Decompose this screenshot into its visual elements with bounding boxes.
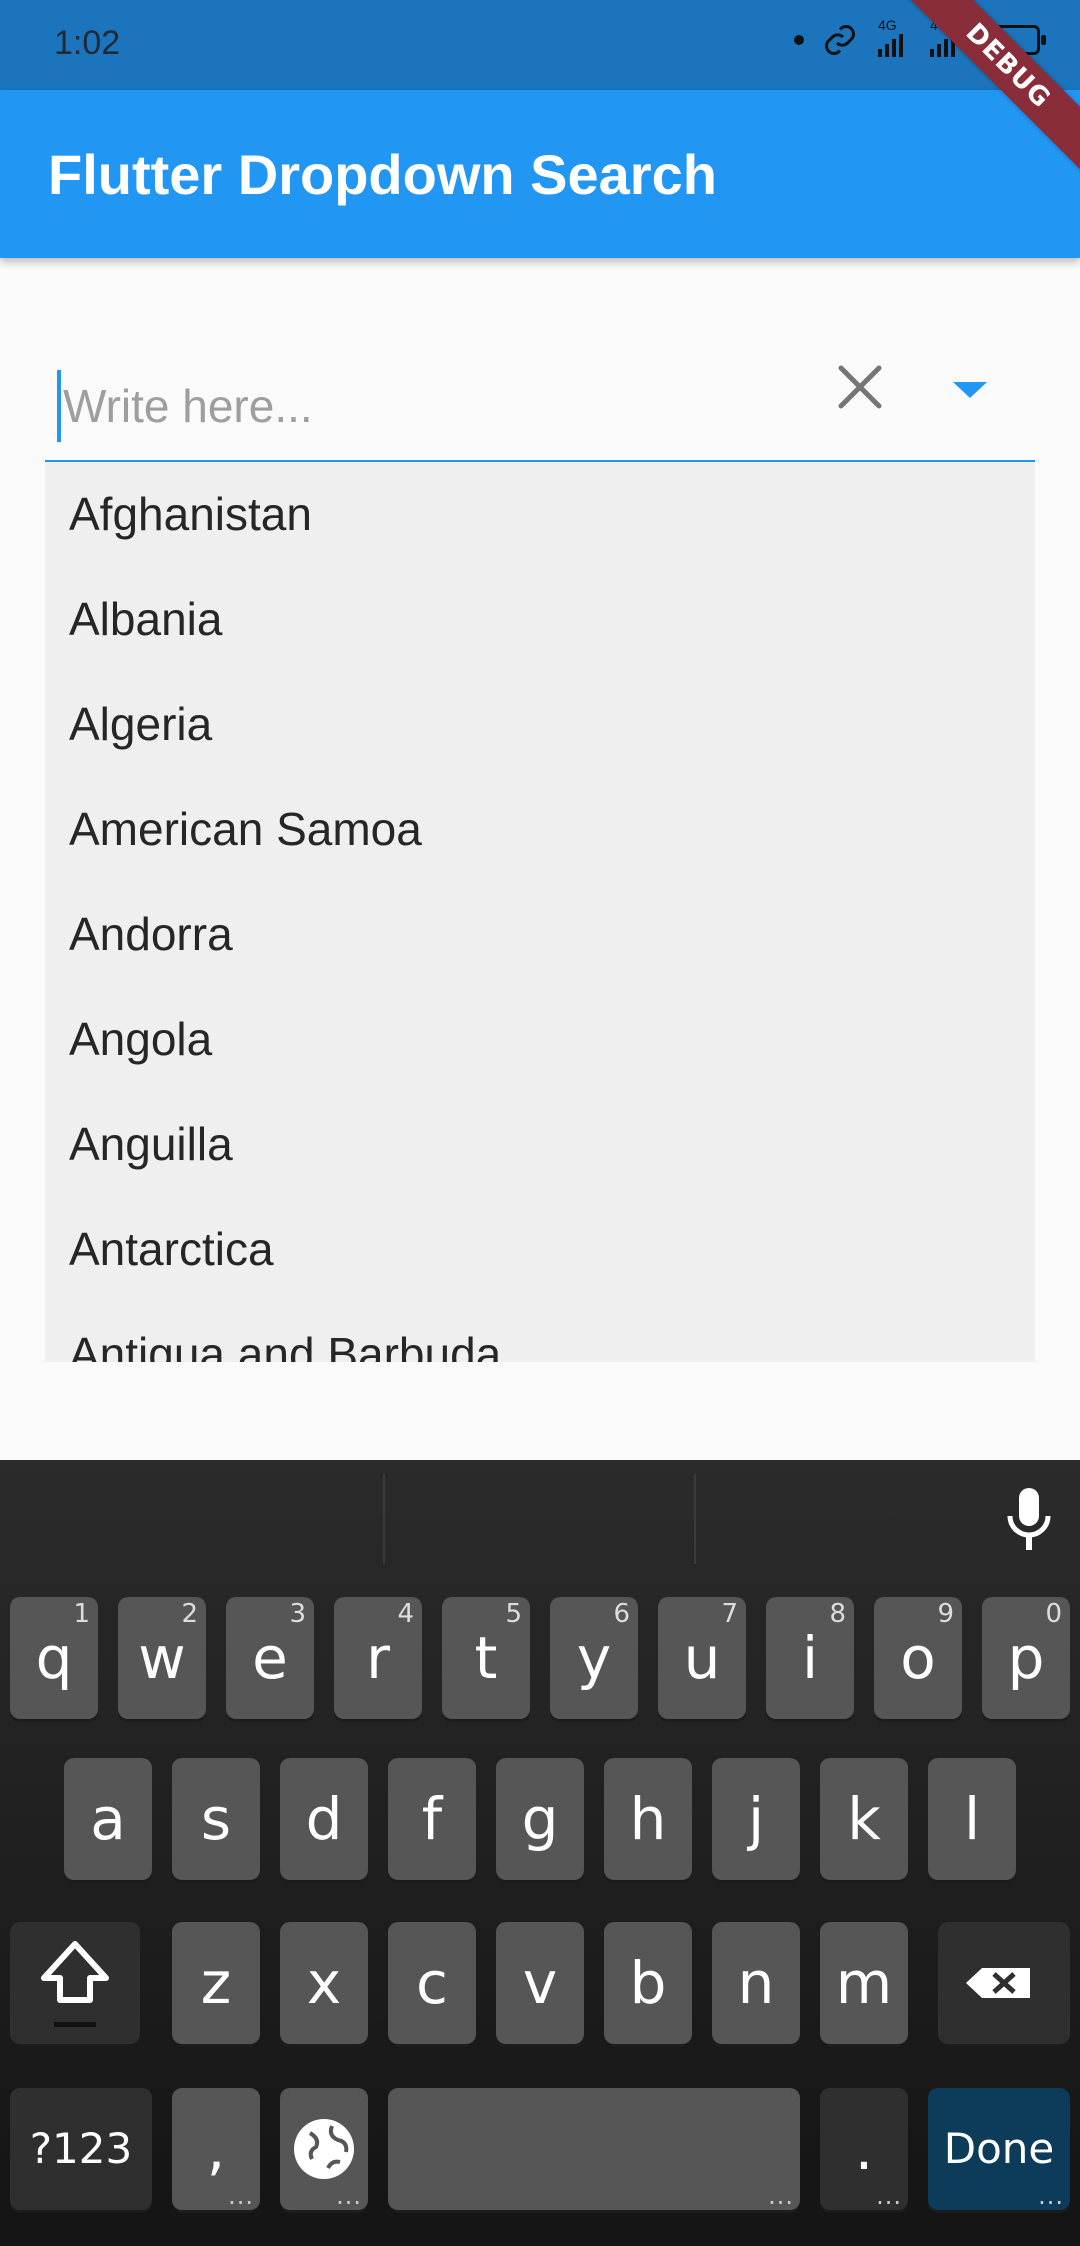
shift-key[interactable] (10, 1922, 140, 2044)
key-number-hint: 5 (505, 1599, 522, 1629)
dropdown-option[interactable]: Antarctica (45, 1197, 1035, 1302)
shift-icon (41, 1941, 109, 2027)
key-m[interactable]: m (820, 1922, 908, 2044)
dropdown-option[interactable]: Albania (45, 567, 1035, 672)
key-number-hint: 6 (613, 1599, 630, 1629)
key-label: v (522, 1949, 558, 2017)
key-label: m (835, 1949, 893, 2017)
key-w[interactable]: w2 (118, 1597, 206, 1719)
key-f[interactable]: f (388, 1758, 476, 1880)
key-number-hint: 4 (397, 1599, 414, 1629)
key-z[interactable]: z (172, 1922, 260, 2044)
key-number-hint: 0 (1045, 1599, 1062, 1629)
dropdown-option[interactable]: Algeria (45, 672, 1035, 777)
dropdown-toggle-button[interactable] (935, 352, 1005, 422)
key-p[interactable]: p0 (982, 1597, 1070, 1719)
key-label: n (737, 1949, 775, 2017)
key-number-hint: 1 (73, 1599, 90, 1629)
signal-icon: 4G (876, 17, 910, 57)
key-r[interactable]: r4 (334, 1597, 422, 1719)
status-time: 1:02 (54, 24, 121, 62)
key-i[interactable]: i8 (766, 1597, 854, 1719)
key-j[interactable]: j (712, 1758, 800, 1880)
key-label: d (305, 1785, 343, 1853)
dropdown-option[interactable]: Andorra (45, 882, 1035, 987)
suggestion-divider (694, 1474, 696, 1564)
dropdown-option[interactable]: Angola (45, 987, 1035, 1092)
notification-dot-icon (794, 35, 804, 45)
link-icon (825, 25, 855, 55)
close-icon (838, 365, 882, 409)
suggestion-strip (0, 1460, 1080, 1578)
clear-button[interactable] (825, 352, 895, 422)
dropdown-options-list[interactable]: Afghanistan Albania Algeria American Samoa A… (45, 462, 1035, 1362)
key-label: c (416, 1949, 448, 2017)
key-l[interactable]: l (928, 1758, 1016, 1880)
key-label: b (629, 1949, 667, 2017)
key-label: a (90, 1785, 126, 1853)
dropdown-option[interactable]: American Samoa (45, 777, 1035, 882)
key-o[interactable]: o9 (874, 1597, 962, 1719)
key-label: k (847, 1785, 881, 1853)
key-number-hint: 8 (829, 1599, 846, 1629)
arrow-drop-down-icon (953, 382, 987, 398)
key-e[interactable]: e3 (226, 1597, 314, 1719)
period-key[interactable]: .... (820, 2088, 908, 2210)
key-c[interactable]: c (388, 1922, 476, 2044)
status-bar: 1:02 4G 4G (0, 0, 1080, 90)
key-label: j (747, 1785, 765, 1853)
key-b[interactable]: b (604, 1922, 692, 2044)
done-key[interactable]: Done... (928, 2088, 1070, 2210)
search-input[interactable] (57, 370, 825, 442)
key-number-hint: 2 (181, 1599, 198, 1629)
key-t[interactable]: t5 (442, 1597, 530, 1719)
dropdown-option[interactable]: Afghanistan (45, 462, 1035, 567)
key-label: g (521, 1785, 559, 1853)
key-number-hint: 3 (289, 1599, 306, 1629)
soft-keyboard: q 1 w 2 e 3 r 4 t 5 y 6 u 7 i 8 o 9 p 0 a s d f g h j k l z x c v b n m ?123… (0, 1460, 1080, 2246)
space-key[interactable]: ... (388, 2088, 800, 2210)
key-label: x (306, 1949, 342, 2017)
dropdown-search-field (45, 340, 1035, 463)
dropdown-option[interactable]: Anguilla (45, 1092, 1035, 1197)
symbols-key[interactable]: ?123 (10, 2088, 152, 2210)
backspace-key[interactable] (938, 1922, 1070, 2044)
app-title: Flutter Dropdown Search (48, 143, 717, 206)
key-x[interactable]: x (280, 1922, 368, 2044)
key-n[interactable]: n (712, 1922, 800, 2044)
key-k[interactable]: k (820, 1758, 908, 1880)
key-y[interactable]: y6 (550, 1597, 638, 1719)
key-number-hint: 7 (721, 1599, 738, 1629)
key-g[interactable]: g (496, 1758, 584, 1880)
key-s[interactable]: s (172, 1758, 260, 1880)
key-label: s (200, 1785, 232, 1853)
comma-key[interactable]: ,... (172, 2088, 260, 2210)
microphone-icon[interactable] (1004, 1486, 1054, 1556)
backspace-icon (966, 1968, 1030, 1998)
key-label: h (629, 1785, 667, 1853)
key-h[interactable]: h (604, 1758, 692, 1880)
key-u[interactable]: u7 (658, 1597, 746, 1719)
key-d[interactable]: d (280, 1758, 368, 1880)
dropdown-option[interactable]: Antigua and Barbuda (45, 1302, 1035, 1362)
key-number-hint: 9 (937, 1599, 954, 1629)
suggestion-divider (383, 1474, 385, 1564)
key-a[interactable]: a (64, 1758, 152, 1880)
language-key[interactable]: ... (280, 2088, 368, 2210)
key-label: l (963, 1785, 981, 1853)
app-bar: Flutter Dropdown Search (0, 90, 1080, 258)
key-label: f (421, 1785, 443, 1853)
key-label: z (200, 1949, 232, 2017)
key-v[interactable]: v (496, 1922, 584, 2044)
key-q[interactable]: q1 (10, 1597, 98, 1719)
key-label: ?123 (29, 2124, 133, 2173)
